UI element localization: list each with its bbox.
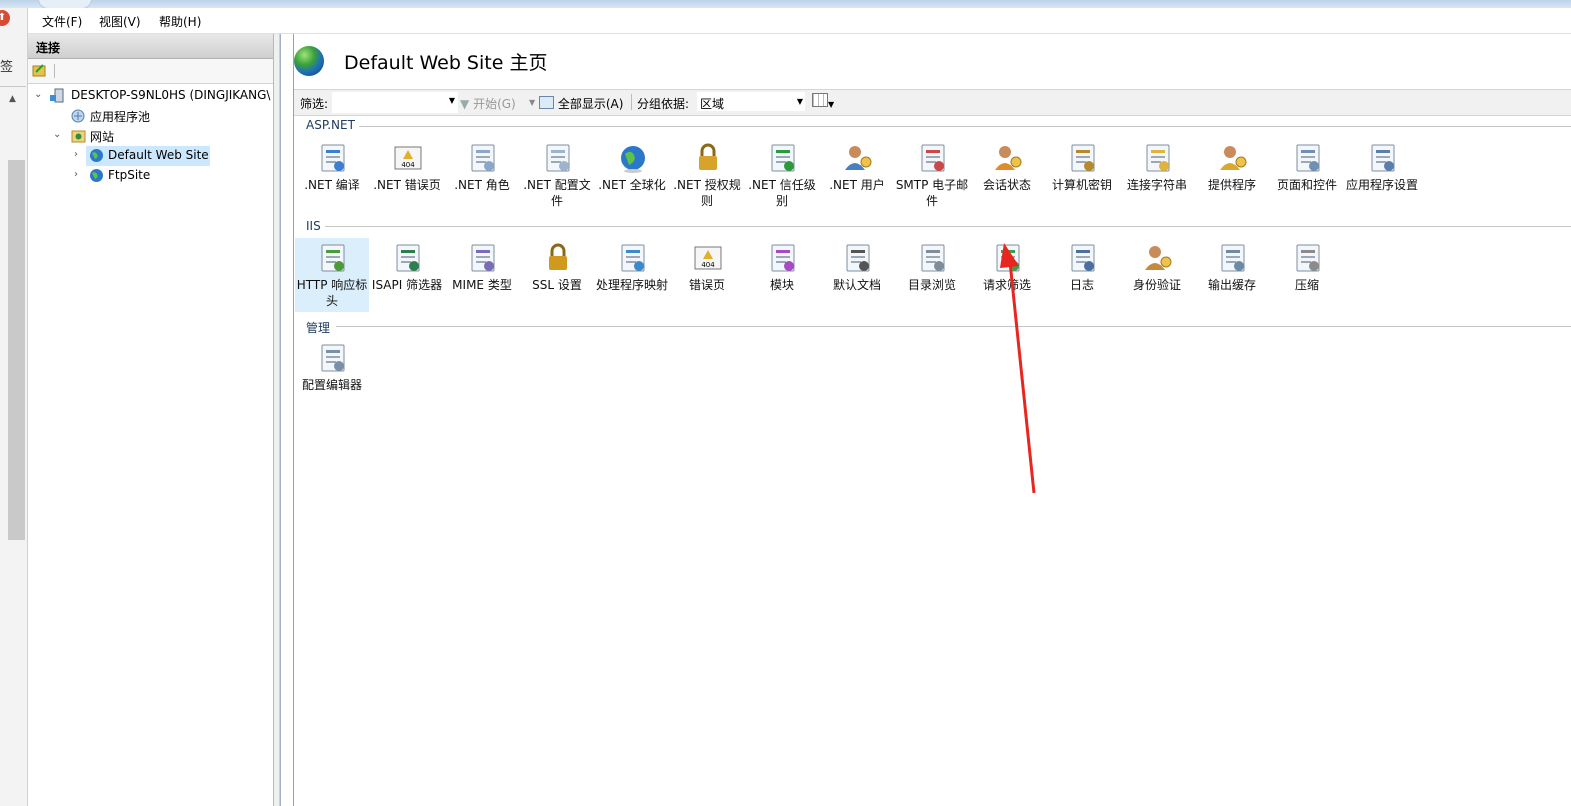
annotation-arrow: [1000, 243, 1036, 494]
